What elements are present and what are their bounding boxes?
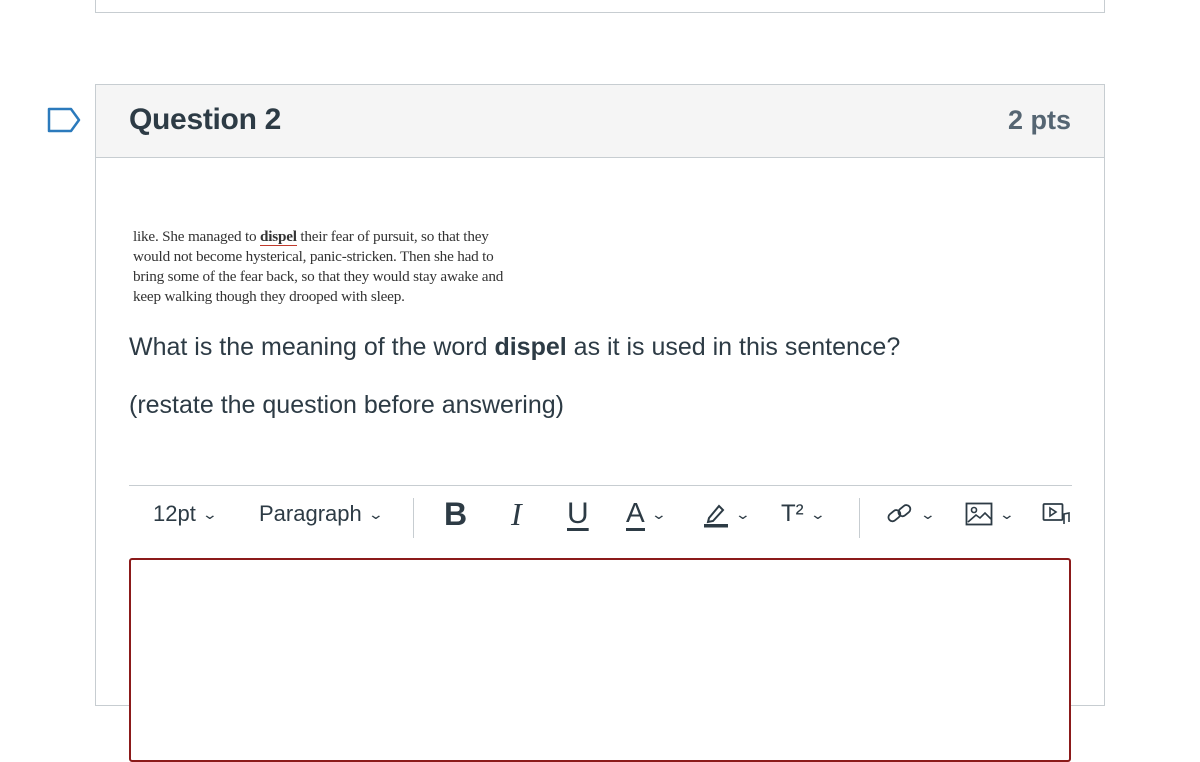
bold-button[interactable]: B — [444, 486, 467, 542]
passage-line-1: like. She managed to dispel their fear o… — [133, 227, 553, 247]
flag-question-icon[interactable] — [47, 107, 81, 133]
chevron-down-icon: ⌄ — [201, 505, 218, 522]
passage-line-4: keep walking though they drooped with sl… — [133, 288, 405, 305]
italic-icon: I — [511, 495, 522, 532]
passage-text: like. She managed to — [133, 228, 260, 245]
image-icon — [965, 502, 993, 526]
question-header: Question 2 2 pts — [96, 85, 1104, 158]
toolbar-divider — [413, 498, 414, 538]
bold-icon: B — [444, 495, 468, 532]
media-icon — [1042, 503, 1070, 524]
image-dropdown[interactable]: ⌄ — [965, 486, 1016, 542]
font-size-label: 12pt — [153, 501, 196, 526]
question-card: Question 2 2 pts like. She managed to di… — [95, 84, 1105, 762]
media-dropdown[interactable] — [1042, 486, 1070, 542]
link-icon — [887, 504, 912, 523]
chevron-down-icon: ⌄ — [809, 505, 826, 522]
answer-editor[interactable] — [129, 558, 1071, 762]
chevron-down-icon: ⌄ — [998, 505, 1016, 522]
prompt-text: What is the meaning of the word — [129, 333, 495, 361]
passage-line-3: bring some of the fear back, so that the… — [133, 268, 504, 285]
question-prompt: What is the meaning of the word dispel a… — [129, 333, 900, 362]
toolbar-divider — [859, 498, 860, 538]
editor-toolbar: 12pt ⌄ Paragraph ⌄ B I U A ⌄ ⌄ T² ⌄ ⌄ ⌄ — [129, 485, 1072, 542]
italic-button[interactable]: I — [511, 486, 522, 542]
previous-question-card — [95, 0, 1105, 13]
font-size-dropdown[interactable]: 12pt ⌄ — [153, 486, 218, 542]
question-hint: (restate the question before answering) — [129, 391, 564, 419]
passage-image: like. She managed to dispel their fear o… — [133, 227, 553, 307]
chevron-down-icon: ⌄ — [919, 505, 937, 522]
underline-button[interactable]: U — [567, 486, 589, 542]
highlight-dropdown[interactable]: ⌄ — [703, 486, 752, 542]
question-title: Question 2 — [129, 103, 282, 136]
question-points: 2 pts — [1007, 105, 1071, 135]
chevron-down-icon: ⌄ — [734, 505, 752, 522]
passage-highlighted-word: dispel — [259, 228, 297, 246]
passage-text: their fear of pursuit, so that they — [296, 228, 489, 245]
chevron-down-icon: ⌄ — [650, 505, 667, 522]
passage-line-2: would not become hysterical, panic-stric… — [133, 248, 494, 265]
superscript-icon: T² — [781, 500, 804, 527]
prompt-bold-word: dispel — [494, 333, 567, 361]
prompt-text: as it is used in this sentence? — [566, 333, 901, 361]
underline-icon: U — [567, 497, 589, 530]
block-format-dropdown[interactable]: Paragraph ⌄ — [259, 486, 384, 542]
link-dropdown[interactable]: ⌄ — [886, 486, 937, 542]
text-color-dropdown[interactable]: A ⌄ — [626, 486, 667, 542]
chevron-down-icon: ⌄ — [367, 505, 384, 522]
text-color-icon: A — [626, 497, 645, 531]
superscript-dropdown[interactable]: T² ⌄ — [781, 486, 826, 542]
block-format-label: Paragraph — [259, 501, 362, 526]
highlight-icon — [704, 504, 728, 528]
